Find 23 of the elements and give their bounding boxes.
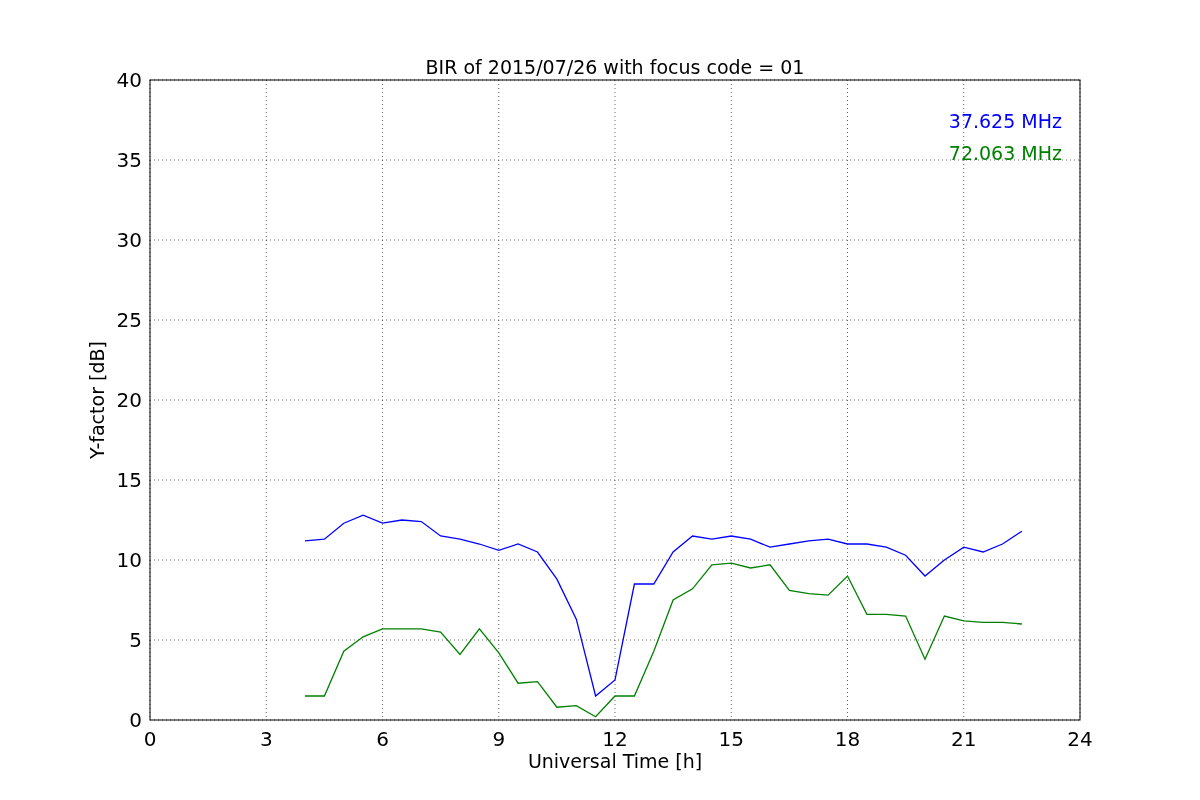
tick-label: 30 bbox=[116, 228, 142, 252]
tick-label: 10 bbox=[116, 548, 142, 572]
tick-label: 20 bbox=[116, 388, 142, 412]
tick-label: 9 bbox=[492, 727, 506, 751]
tick-label: 18 bbox=[834, 727, 861, 751]
tick-label: 6 bbox=[376, 727, 389, 751]
legend-label: 37.625 MHz bbox=[948, 110, 1062, 132]
chart-title: BIR of 2015/07/26 with focus code = 01 bbox=[425, 56, 805, 78]
tick-label: 0 bbox=[129, 708, 142, 732]
tick-label: 35 bbox=[116, 148, 142, 172]
tick-label: 15 bbox=[116, 468, 142, 492]
tick-label: 25 bbox=[116, 308, 142, 332]
tick-label: 3 bbox=[259, 727, 273, 751]
tick-label: 0 bbox=[143, 727, 157, 751]
tick-label: 40 bbox=[116, 68, 142, 92]
legend-label: 72.063 MHz bbox=[948, 142, 1062, 164]
axis-label: Universal Time [h] bbox=[527, 750, 703, 772]
tick-label: 15 bbox=[718, 727, 744, 751]
tick-label: 21 bbox=[951, 727, 977, 751]
axis-label: Y-factor [dB] bbox=[86, 341, 108, 459]
tick-label: 12 bbox=[602, 727, 628, 751]
tick-label: 5 bbox=[129, 628, 142, 652]
tick-label: 24 bbox=[1067, 727, 1093, 751]
